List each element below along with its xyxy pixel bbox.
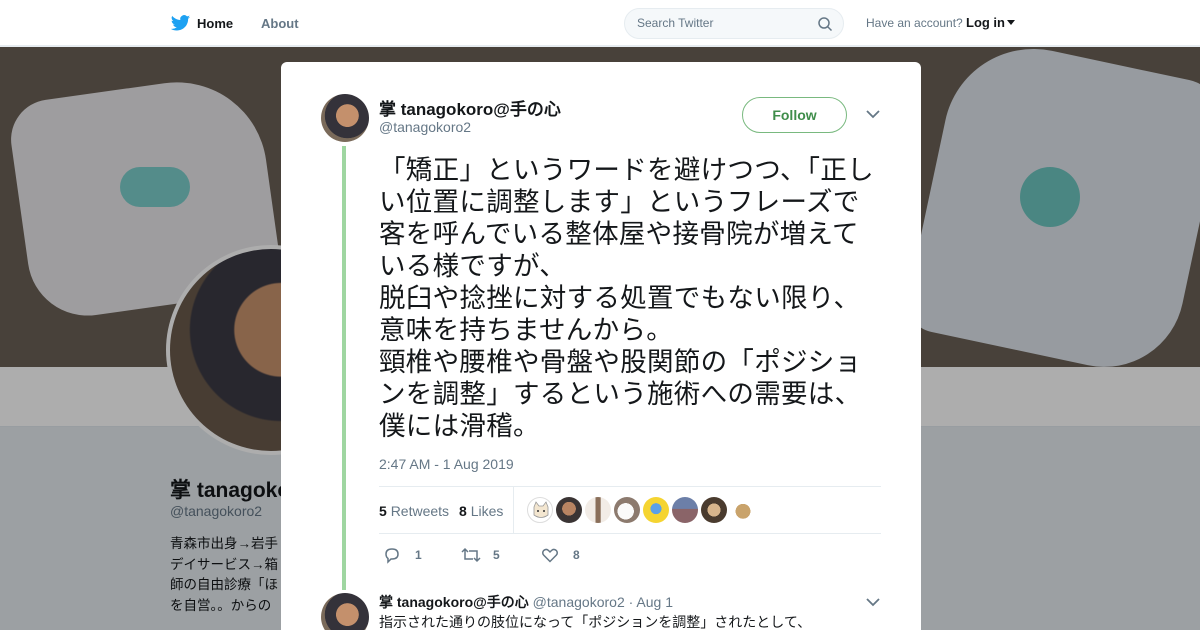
login-label: Log in bbox=[966, 15, 1005, 30]
reply-date[interactable]: Aug 1 bbox=[636, 594, 673, 610]
person2-avatar[interactable] bbox=[701, 497, 727, 523]
retweets-count: 5 bbox=[379, 503, 387, 519]
top-nav-inner: Home About Search Twitter Have an accoun… bbox=[170, 0, 1030, 46]
author-handle[interactable]: @tanagokoro2 bbox=[379, 119, 471, 135]
like-action[interactable]: 8 bbox=[541, 546, 601, 566]
search-box[interactable]: Search Twitter bbox=[624, 8, 844, 39]
reply-separator: · bbox=[628, 594, 634, 610]
account-prompt: Have an account? bbox=[866, 16, 963, 30]
person-avatar[interactable] bbox=[556, 497, 582, 523]
search-icon[interactable] bbox=[817, 16, 833, 32]
cat-face-icon bbox=[533, 501, 549, 518]
tweet-stats: 5 Retweets 8 Likes bbox=[379, 486, 881, 534]
cat-white-avatar[interactable] bbox=[614, 497, 640, 523]
reply-author-handle[interactable]: @tanagokoro2 bbox=[533, 594, 625, 610]
login-button[interactable]: Log in bbox=[966, 15, 1015, 30]
reply-count: 1 bbox=[415, 548, 422, 562]
tweet-text: 「矯正」というワードを避けつつ、「正しい位置に調整します」というフレーズで客を呼… bbox=[379, 155, 874, 441]
likes-label: Likes bbox=[470, 503, 504, 519]
nav-about-link[interactable]: About bbox=[261, 16, 299, 31]
twitter-bird-icon[interactable] bbox=[170, 13, 191, 34]
likes-stat[interactable]: 8 Likes bbox=[459, 503, 503, 519]
likes-count: 8 bbox=[459, 503, 467, 519]
stats-divider bbox=[513, 487, 514, 533]
reply-text: 指示された通りの肢位になって「ポジションを調整」されたとして、 bbox=[379, 614, 812, 630]
landscape-avatar[interactable] bbox=[672, 497, 698, 523]
caret-down-icon bbox=[1007, 20, 1015, 25]
retweet-count: 5 bbox=[493, 548, 500, 562]
follow-button[interactable]: Follow bbox=[742, 97, 847, 133]
heart-icon bbox=[542, 548, 558, 563]
retweet-icon bbox=[461, 547, 481, 563]
reply-action[interactable]: 1 bbox=[383, 546, 443, 566]
nav-home-link[interactable]: Home bbox=[197, 16, 233, 31]
tweet-actions: 1 5 8 bbox=[379, 546, 679, 566]
thread-line bbox=[342, 146, 346, 590]
top-nav: Home About Search Twitter Have an accoun… bbox=[0, 0, 1200, 46]
reply-header: 掌 tanagokoro@手の心 @tanagokoro2 · Aug 1 bbox=[379, 592, 673, 612]
chevron-down-icon[interactable] bbox=[866, 109, 880, 119]
tweet-timestamp[interactable]: 2:47 AM - 1 Aug 2019 bbox=[379, 456, 514, 472]
reply-author-name[interactable]: 掌 tanagokoro@手の心 bbox=[379, 594, 529, 610]
dog-avatar[interactable] bbox=[730, 497, 756, 523]
like-count: 8 bbox=[573, 548, 580, 562]
close-icon[interactable] bbox=[1156, 14, 1176, 34]
retweets-stat[interactable]: 5 Retweets bbox=[379, 503, 449, 519]
minion-avatar[interactable] bbox=[643, 497, 669, 523]
search-input[interactable]: Search Twitter bbox=[637, 16, 713, 30]
tweet-modal: 掌 tanagokoro@手の心 @tanagokoro2 Follow 「矯正… bbox=[281, 62, 921, 630]
reply-icon bbox=[385, 548, 399, 564]
reply-author-avatar[interactable] bbox=[321, 593, 369, 630]
chevron-down-icon[interactable] bbox=[866, 597, 880, 607]
cat-avatar[interactable] bbox=[527, 497, 553, 523]
author-avatar[interactable] bbox=[321, 94, 369, 142]
figure-avatar[interactable] bbox=[585, 497, 611, 523]
author-name[interactable]: 掌 tanagokoro@手の心 bbox=[379, 95, 561, 120]
retweets-label: Retweets bbox=[390, 503, 450, 519]
retweet-action[interactable]: 5 bbox=[461, 546, 521, 566]
